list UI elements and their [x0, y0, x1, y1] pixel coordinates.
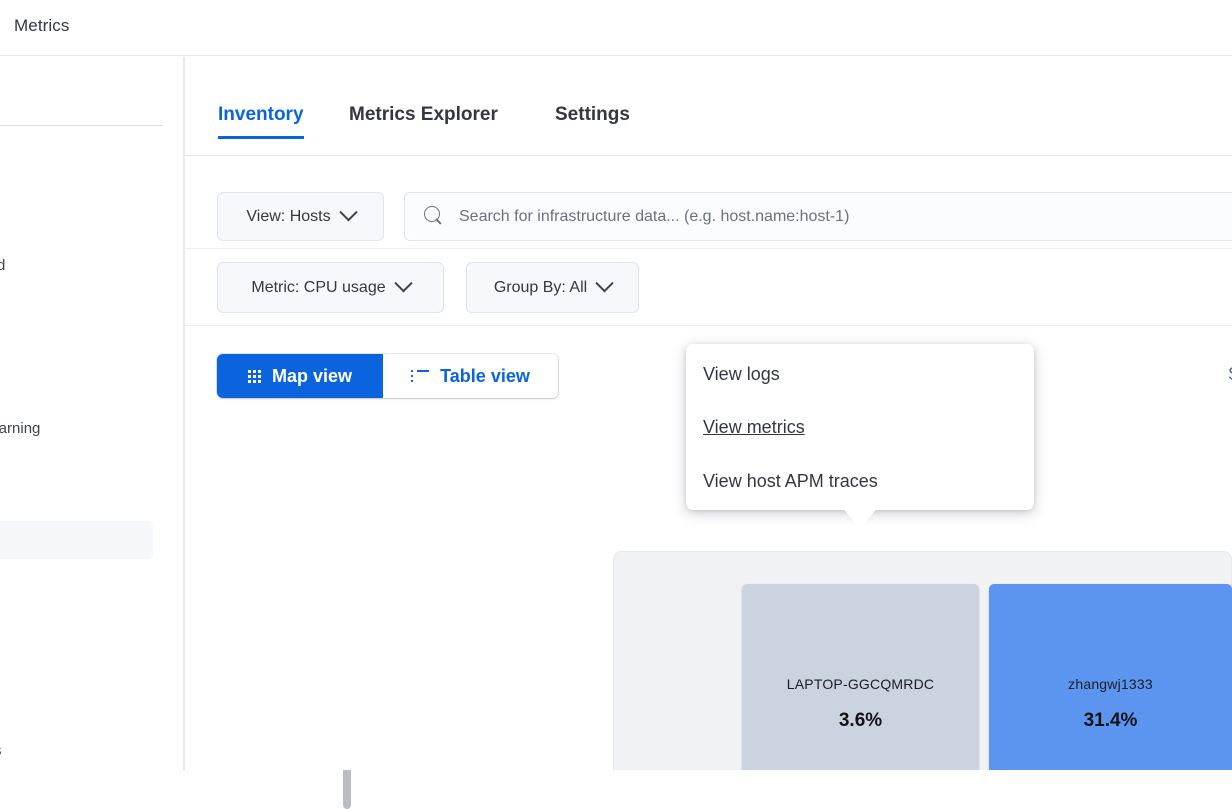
- tab-bar: Inventory Metrics Explorer Settings: [185, 57, 1232, 156]
- group-by-select-label: Group By: All: [493, 278, 588, 296]
- search-input[interactable]: Search for infrastructure data... (e.g. …: [404, 192, 1232, 241]
- menu-item-view-logs[interactable]: View logs: [703, 364, 780, 385]
- grid-icon: [247, 369, 261, 383]
- table-view-label: Table view: [440, 365, 530, 386]
- group-by-select[interactable]: Group By: All: [466, 262, 639, 313]
- menu-item-view-host-apm-traces[interactable]: View host APM traces: [703, 471, 878, 492]
- view-select-label: View: Hosts: [246, 207, 331, 225]
- search-icon: [424, 206, 444, 226]
- view-mode-toggle: Map view Table view: [217, 354, 558, 398]
- filter-row-secondary: Metric: CPU usage Group By: All: [185, 249, 1232, 326]
- host-context-menu: View logs View metrics View host APM tra…: [686, 344, 1034, 510]
- table-view-button[interactable]: Table view: [383, 354, 558, 398]
- sidebar-scrollbar-track[interactable]: [171, 57, 351, 809]
- sidebar-item-dashboard[interactable]: rd: [0, 257, 5, 274]
- map-view-label: Map view: [271, 365, 353, 386]
- filter-row-primary: View: Hosts Search for infrastructure da…: [185, 156, 1232, 249]
- tab-metrics-explorer[interactable]: Metrics Explorer: [349, 104, 498, 139]
- chevron-down-icon: [338, 203, 358, 222]
- map-view-button[interactable]: Map view: [217, 354, 383, 398]
- host-tile-name: LAPTOP-GGCQMRDC: [786, 676, 935, 692]
- metric-select-label: Metric: CPU usage: [251, 278, 386, 296]
- menu-item-view-metrics[interactable]: View metrics: [703, 417, 805, 438]
- sidebar-item-settings[interactable]: s: [0, 742, 2, 759]
- view-select[interactable]: View: Hosts: [217, 192, 384, 241]
- host-tile-value: 3.6%: [838, 710, 883, 731]
- list-icon: [411, 369, 430, 383]
- search-placeholder: Search for infrastructure data... (e.g. …: [459, 207, 850, 225]
- host-tile-value: 31.4%: [1083, 710, 1138, 731]
- host-tile[interactable]: zhangwj1333 31.4%: [989, 584, 1232, 770]
- tab-inventory[interactable]: Inventory: [218, 104, 304, 139]
- host-tile[interactable]: LAPTOP-GGCQMRDC 3.6%: [742, 584, 979, 770]
- page-title: Metrics: [14, 16, 70, 35]
- metric-select[interactable]: Metric: CPU usage: [217, 262, 444, 313]
- chevron-down-icon: [595, 274, 614, 293]
- host-tile-name: zhangwj1333: [1068, 676, 1153, 692]
- show-legend-link[interactable]: Sh: [1228, 364, 1232, 385]
- tab-settings[interactable]: Settings: [555, 104, 630, 139]
- app-header: Metrics: [0, 0, 1232, 56]
- sidebar-item-selected[interactable]: [0, 521, 153, 559]
- chevron-down-icon: [393, 274, 413, 293]
- sidebar-item-machine-learning[interactable]: Learning: [0, 420, 40, 437]
- sidebar-divider: [0, 125, 163, 126]
- sidebar: viewed rd Learning s: [0, 57, 172, 770]
